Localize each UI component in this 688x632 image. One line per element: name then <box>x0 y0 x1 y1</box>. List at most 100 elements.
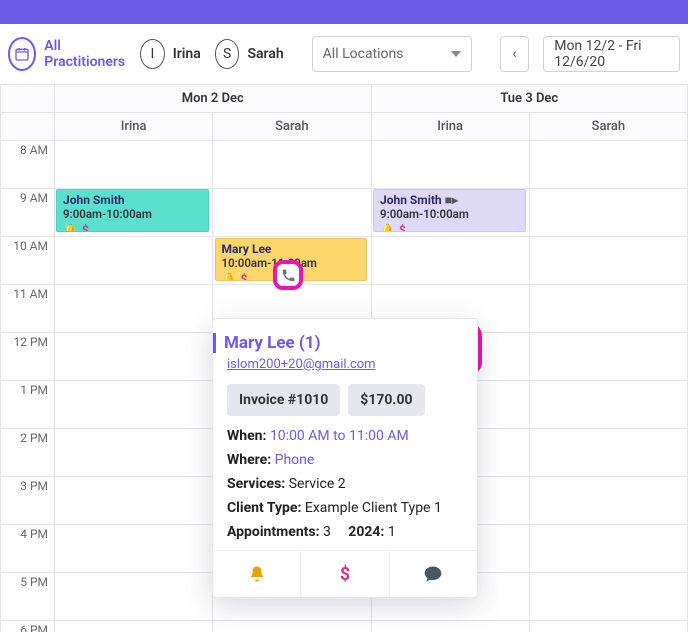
calendar-icon-button[interactable] <box>8 37 36 71</box>
services-label: Services: <box>227 476 285 492</box>
calendar-area: Mon 2 Dec Tue 3 Dec Irina Sarah Irina Sa… <box>0 84 688 632</box>
appt-client-name: Mary Lee <box>222 242 361 256</box>
corner-cell <box>1 85 55 113</box>
time-slot[interactable] <box>213 141 371 189</box>
date-prev-button[interactable]: ‹ <box>500 36 530 72</box>
dollar-icon: $ <box>240 272 247 281</box>
appointment-block[interactable]: John Smith ■▸9:00am-10:00am 🔔 $ <box>373 189 526 232</box>
time-slot[interactable] <box>55 573 213 621</box>
hour-label: 5 PM <box>1 573 55 621</box>
time-slot[interactable] <box>55 525 213 573</box>
appts-value: 3 <box>323 524 331 540</box>
location-select-label: All Locations <box>323 46 404 62</box>
appointment-block[interactable]: John Smith9:00am-10:00am 🔔 $ <box>56 189 209 232</box>
time-slot[interactable] <box>529 381 687 429</box>
time-slot[interactable] <box>371 621 529 632</box>
client-email-link[interactable]: islom200+20@gmail.com <box>227 357 463 372</box>
video-icon: ■▸ <box>445 193 458 207</box>
practitioner-initial: S <box>223 46 231 62</box>
date-range-label: Mon 12/2 - Fri 12/6/20 <box>554 38 669 70</box>
time-slot[interactable] <box>213 621 371 632</box>
where-label: Where: <box>227 452 271 468</box>
bell-icon: 🔔 <box>63 223 78 232</box>
amount-chip[interactable]: $170.00 <box>348 384 424 416</box>
phone-appointment-badge <box>273 260 303 290</box>
popover-where-row: Where: Phone <box>227 452 463 468</box>
hour-label: 9 AM <box>1 189 55 237</box>
time-slot[interactable] <box>371 237 529 285</box>
appointment-popover: Mary Lee (1) islom200+20@gmail.com Invoi… <box>212 318 478 598</box>
when-value: 10:00 AM to 11:00 AM <box>270 428 409 444</box>
all-practitioners-label[interactable]: All Practitioners <box>44 38 126 70</box>
time-slot[interactable] <box>529 477 687 525</box>
time-slot[interactable] <box>529 525 687 573</box>
column-header: Irina <box>55 113 213 141</box>
location-select[interactable]: All Locations <box>312 36 472 72</box>
client-type-value: Example Client Type 1 <box>305 500 442 516</box>
services-value: Service 2 <box>289 476 346 492</box>
column-header: Sarah <box>213 113 371 141</box>
billing-button[interactable]: $ <box>301 551 389 597</box>
time-slot[interactable] <box>55 429 213 477</box>
bell-icon: 🔔 <box>380 223 395 232</box>
time-slot[interactable] <box>55 285 213 333</box>
hour-label: 1 PM <box>1 381 55 429</box>
time-slot[interactable] <box>529 285 687 333</box>
practitioner-initial: I <box>150 46 154 62</box>
chevron-left-icon: ‹ <box>512 46 516 62</box>
time-slot[interactable] <box>529 429 687 477</box>
practitioner-chip-sarah[interactable]: S <box>215 39 240 69</box>
phone-icon <box>281 268 296 283</box>
comment-icon <box>423 564 443 584</box>
popover-title: Mary Lee (1) <box>213 333 463 353</box>
popover-services-row: Services: Service 2 <box>227 476 463 492</box>
hour-label: 4 PM <box>1 525 55 573</box>
client-link[interactable]: Mary Lee (1) <box>224 333 321 353</box>
date-range-button[interactable]: Mon 12/2 - Fri 12/6/20 <box>543 36 680 72</box>
calendar-icon <box>14 46 30 62</box>
client-type-label: Client Type: <box>227 500 301 516</box>
column-header: Sarah <box>529 113 687 141</box>
practitioner-name-irina[interactable]: Irina <box>173 46 201 62</box>
bell-icon: 🔔 <box>222 272 237 281</box>
hour-label: 10 AM <box>1 237 55 285</box>
time-slot[interactable] <box>529 621 687 632</box>
day-header: Tue 3 Dec <box>371 85 688 113</box>
popover-counts-row: Appointments: 3 2024: 1 <box>227 524 463 540</box>
time-slot[interactable] <box>55 333 213 381</box>
time-slot[interactable] <box>529 141 687 189</box>
corner-cell <box>1 113 55 141</box>
year-value: 1 <box>388 524 396 540</box>
dollar-icon: $ <box>82 223 89 232</box>
invoice-chip[interactable]: Invoice #1010 <box>227 384 340 416</box>
practitioner-chip-irina[interactable]: I <box>140 39 165 69</box>
app-header-strip <box>0 0 688 24</box>
time-slot[interactable] <box>371 141 529 189</box>
column-header: Irina <box>371 113 529 141</box>
time-slot[interactable] <box>55 237 213 285</box>
time-slot[interactable] <box>55 477 213 525</box>
appt-time: 9:00am-10:00am <box>380 207 519 221</box>
time-slot[interactable] <box>55 381 213 429</box>
time-slot[interactable] <box>529 189 687 237</box>
time-slot[interactable] <box>213 189 371 237</box>
time-slot[interactable] <box>529 573 687 621</box>
chevron-down-icon <box>451 51 461 57</box>
appt-time: 9:00am-10:00am <box>63 207 202 221</box>
time-slot[interactable] <box>55 141 213 189</box>
when-label: When: <box>227 428 266 444</box>
appt-client-name: John Smith <box>63 193 202 207</box>
time-slot[interactable] <box>529 237 687 285</box>
hour-label: 3 PM <box>1 477 55 525</box>
appt-client-name: John Smith ■▸ <box>380 193 519 207</box>
notes-button[interactable] <box>390 551 477 597</box>
hour-label: 6 PM <box>1 621 55 632</box>
where-value: Phone <box>275 452 315 468</box>
practitioner-name-sarah[interactable]: Sarah <box>247 46 283 62</box>
time-slot[interactable] <box>55 621 213 632</box>
time-slot[interactable] <box>529 333 687 381</box>
hour-label: 11 AM <box>1 285 55 333</box>
dollar-icon: $ <box>399 223 406 232</box>
reminder-button[interactable] <box>213 551 301 597</box>
hour-label: 8 AM <box>1 141 55 189</box>
